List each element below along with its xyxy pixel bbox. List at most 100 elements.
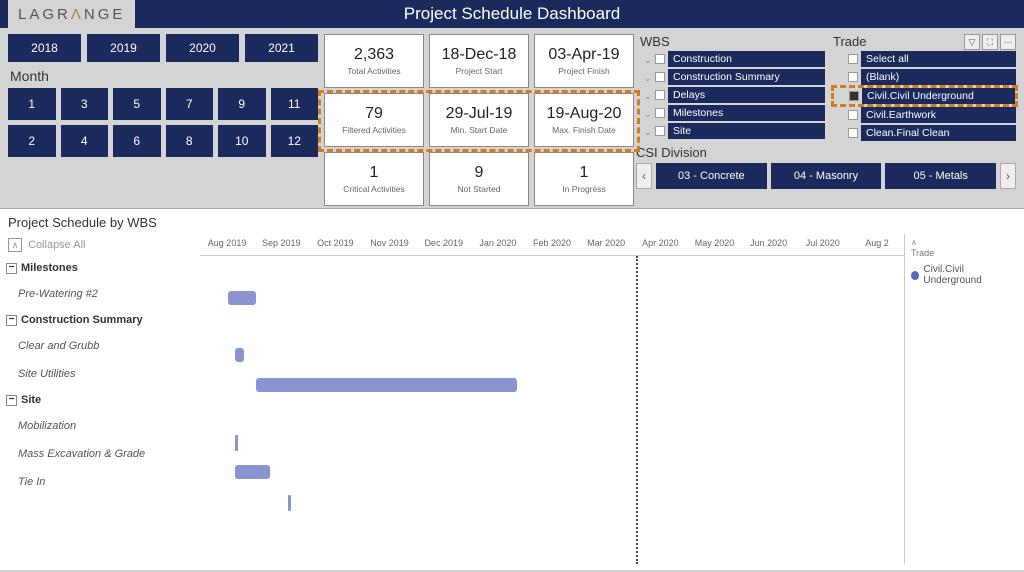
wbs-title: WBS	[640, 34, 825, 49]
time-tick: Jun 2020	[742, 234, 796, 255]
chevron-down-icon[interactable]: ⌄	[644, 109, 653, 118]
kpi-value: 03-Apr-19	[548, 46, 619, 64]
gantt-bar[interactable]	[228, 291, 256, 305]
legend: ∧ Trade Civil.Civil Underground	[904, 234, 1024, 564]
trade-label[interactable]: Select all	[861, 51, 1016, 67]
kpi-value: 18-Dec-18	[442, 46, 517, 64]
trade-label[interactable]: Civil.Civil Underground	[862, 88, 1015, 104]
wbs-item[interactable]: ⌄ Site	[640, 123, 825, 139]
scroll-up-icon[interactable]: ∧	[911, 238, 921, 248]
kpi-filtered-activities: 79Filtered Activities	[324, 93, 424, 147]
task-item[interactable]: Mobilization	[0, 412, 200, 440]
task-group[interactable]: −Site	[0, 388, 200, 412]
trade-item[interactable]: Civil.Civil Underground	[834, 88, 1015, 104]
task-item[interactable]: Clear and Grubb	[0, 332, 200, 360]
gantt-bar[interactable]	[256, 378, 516, 392]
task-item[interactable]: Site Utilities	[0, 360, 200, 388]
wbs-item[interactable]: ⌄ Construction	[640, 51, 825, 67]
time-tick: Aug 2019	[200, 234, 254, 255]
right-filters: WBS ⌄ Construction ⌄ Construction Summary ⌄ D…	[640, 34, 1016, 204]
trade-label[interactable]: Clean.Final Clean	[861, 125, 1016, 141]
gantt-bar[interactable]	[288, 495, 291, 511]
month-btn-10[interactable]: 10	[218, 125, 266, 157]
kpi-min-start-date: 29-Jul-19Min. Start Date	[429, 93, 529, 147]
wbs-item[interactable]: ⌄ Construction Summary	[640, 69, 825, 85]
task-column: ∧ Collapse All −MilestonesPre-Watering #…	[0, 234, 200, 564]
checkbox[interactable]	[848, 72, 858, 82]
logo: LAGRΛNGE	[8, 0, 135, 28]
wbs-item[interactable]: ⌄ Milestones	[640, 105, 825, 121]
wbs-label[interactable]: Site	[668, 123, 825, 139]
month-btn-3[interactable]: 3	[61, 88, 109, 120]
trade-item[interactable]: (Blank)	[833, 69, 1016, 85]
gantt-bar[interactable]	[235, 435, 238, 451]
chevron-down-icon[interactable]: ⌄	[644, 73, 653, 82]
kpi-not-started: 9Not Started	[429, 152, 529, 206]
collapse-all[interactable]: ∧ Collapse All	[0, 234, 200, 256]
task-item[interactable]: Mass Excavation & Grade	[0, 440, 200, 468]
kpi-project-start: 18-Dec-18Project Start	[429, 34, 529, 88]
checkbox[interactable]	[655, 108, 665, 118]
month-btn-2[interactable]: 2	[8, 125, 56, 157]
wbs-label[interactable]: Construction	[668, 51, 825, 67]
gantt-bar[interactable]	[235, 465, 270, 479]
bar-row	[200, 427, 904, 457]
time-tick: Mar 2020	[579, 234, 633, 255]
csi-btn[interactable]: 03 - Concrete	[656, 163, 767, 189]
year-btn-2018[interactable]: 2018	[8, 34, 81, 62]
checkbox[interactable]	[848, 110, 858, 120]
checkbox[interactable]	[848, 128, 858, 138]
bar-row	[200, 370, 904, 400]
wbs-item[interactable]: ⌄ Delays	[640, 87, 825, 103]
year-btn-2020[interactable]: 2020	[166, 34, 239, 62]
kpi-label: Project Finish	[558, 66, 610, 76]
wbs-filter: WBS ⌄ Construction ⌄ Construction Summary ⌄ D…	[640, 34, 825, 204]
task-item[interactable]: Pre-Watering #2	[0, 280, 200, 308]
checkbox[interactable]	[655, 90, 665, 100]
month-btn-8[interactable]: 8	[166, 125, 214, 157]
more-icon[interactable]: ⋯	[1000, 34, 1016, 50]
trade-item[interactable]: Clean.Final Clean	[833, 125, 1016, 141]
kpi-label: Total Activities	[347, 66, 400, 76]
chevron-down-icon[interactable]: ⌄	[644, 55, 653, 64]
wbs-label[interactable]: Milestones	[668, 105, 825, 121]
chevron-down-icon[interactable]: ⌄	[644, 91, 653, 100]
month-btn-9[interactable]: 9	[218, 88, 266, 120]
checkbox[interactable]	[655, 126, 665, 136]
collapse-group-icon[interactable]: −	[6, 263, 17, 274]
checkbox[interactable]	[655, 72, 665, 82]
kpi-value: 2,363	[354, 46, 394, 64]
trade-item[interactable]: Select all	[833, 51, 1016, 67]
month-btn-12[interactable]: 12	[271, 125, 319, 157]
collapse-group-icon[interactable]: −	[6, 315, 17, 326]
trade-label[interactable]: (Blank)	[861, 69, 1016, 85]
month-btn-5[interactable]: 5	[113, 88, 161, 120]
trade-label[interactable]: Civil.Earthwork	[861, 107, 1016, 123]
legend-dot-icon	[911, 271, 919, 280]
gantt-bar[interactable]	[235, 348, 243, 362]
kpi-value: 1	[370, 164, 379, 182]
month-btn-7[interactable]: 7	[166, 88, 214, 120]
bar-row	[200, 457, 904, 487]
month-btn-1[interactable]: 1	[8, 88, 56, 120]
checkbox[interactable]	[848, 54, 858, 64]
collapse-group-icon[interactable]: −	[6, 395, 17, 406]
csi-prev-icon[interactable]: ‹	[636, 163, 652, 189]
focus-icon[interactable]: ⛶	[982, 34, 998, 50]
chevron-down-icon[interactable]: ⌄	[644, 127, 653, 136]
checkbox[interactable]	[849, 91, 859, 101]
checkbox[interactable]	[655, 54, 665, 64]
year-btn-2019[interactable]: 2019	[87, 34, 160, 62]
trade-item[interactable]: Civil.Earthwork	[833, 107, 1016, 123]
month-btn-11[interactable]: 11	[271, 88, 319, 120]
month-btn-4[interactable]: 4	[61, 125, 109, 157]
month-btn-6[interactable]: 6	[113, 125, 161, 157]
task-group[interactable]: −Milestones	[0, 256, 200, 280]
task-group[interactable]: −Construction Summary	[0, 308, 200, 332]
kpi-value: 1	[580, 164, 589, 182]
wbs-label[interactable]: Delays	[668, 87, 825, 103]
filter-icon[interactable]: ▽	[964, 34, 980, 50]
task-item[interactable]: Tie In	[0, 468, 200, 496]
year-btn-2021[interactable]: 2021	[245, 34, 318, 62]
wbs-label[interactable]: Construction Summary	[668, 69, 825, 85]
